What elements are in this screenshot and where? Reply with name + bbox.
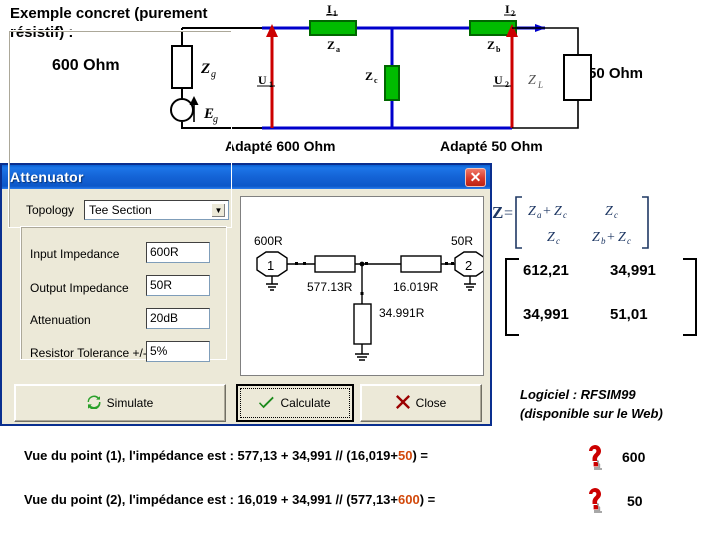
matrix-cell-1-1: 51,01 (610, 306, 648, 323)
impedance-matrix-formula: Z = Z a + Z c Z c Z c Z b + Z c (492, 192, 672, 254)
svg-text:2: 2 (511, 9, 515, 18)
svg-text:1: 1 (269, 80, 273, 89)
impedance-matrix-values: 612,21 34,991 34,991 51,01 (505, 258, 697, 336)
svg-text:1: 1 (333, 9, 337, 18)
svg-text:+: + (607, 230, 615, 245)
calculate-button-focus: Calculate (240, 388, 350, 418)
statement-2-prefix: Vue du point (2), l'impédance est : 16,0… (24, 492, 398, 507)
question-mark-icon (585, 444, 607, 471)
input-impedance-label: Input Impedance (30, 247, 120, 261)
i1-label: I (327, 2, 332, 16)
schematic-port1-label: 600R (254, 234, 283, 248)
svg-text:L: L (537, 80, 543, 90)
software-note: Logiciel : RFSIM99 (disponible sur le We… (520, 385, 720, 423)
schematic-series-r2: 16.019R (393, 280, 439, 294)
topology-label: Topology (26, 203, 75, 217)
svg-text:c: c (627, 236, 631, 246)
simulate-button[interactable]: Simulate (14, 384, 226, 422)
matrix-cell-1-0: 34,991 (523, 306, 569, 323)
answer-1: 600 (622, 449, 646, 465)
answer-2: 50 (627, 493, 643, 509)
svg-text:Z: Z (365, 69, 373, 83)
calculate-label: Calculate (280, 396, 331, 410)
za-resistor (309, 20, 357, 36)
statement-1-prefix: Vue du point (1), l'impédance est : 577,… (24, 448, 398, 463)
svg-text:b: b (496, 45, 501, 54)
close-icon[interactable]: ✕ (465, 168, 486, 187)
resistor-tolerance-field[interactable]: 5% (146, 341, 210, 362)
refresh-icon (87, 395, 101, 411)
zc-resistor (384, 65, 400, 101)
schematic-shunt-r: 34.991R (379, 306, 425, 320)
svg-text:c: c (556, 236, 560, 246)
software-note-line2: (disponible sur le Web) (520, 406, 663, 421)
svg-text:Z: Z (592, 230, 600, 245)
i1-arrow (266, 24, 278, 128)
statement-1: Vue du point (1), l'impédance est : 577,… (24, 448, 428, 463)
svg-text:Z: Z (492, 203, 503, 222)
schematic-port2-label: 50R (451, 234, 473, 248)
close-dialog-button[interactable]: Close (360, 384, 482, 422)
statement-1-highlight: 50 (398, 448, 413, 463)
svg-text:c: c (374, 76, 378, 85)
i2-arrow (506, 24, 518, 128)
output-impedance-label: Output Impedance (30, 281, 129, 295)
zl-resistor (563, 54, 592, 101)
topology-value: Tee Section (89, 203, 152, 217)
attenuation-label: Attenuation (30, 313, 91, 327)
svg-text:Z: Z (618, 230, 626, 245)
close-dialog-label: Close (415, 396, 447, 410)
svg-text:Z: Z (554, 204, 562, 219)
svg-text:c: c (614, 210, 618, 220)
topology-select[interactable]: Tee Section ▼ (84, 200, 229, 220)
statement-2-highlight: 600 (398, 492, 420, 507)
left-settings-panel (8, 30, 232, 228)
calculate-button[interactable]: Calculate (236, 384, 354, 422)
output-impedance-field[interactable]: 50R (146, 275, 210, 296)
i2-label: I (505, 2, 510, 16)
attenuation-field[interactable]: 20dB (146, 308, 210, 329)
chevron-down-icon[interactable]: ▼ (211, 203, 226, 218)
x-mark-icon (395, 395, 410, 411)
zl-label: Z (528, 73, 536, 88)
svg-text:Z: Z (605, 204, 613, 219)
statement-2-suffix: ) = (419, 492, 436, 507)
svg-text:+: + (543, 204, 551, 219)
u2-label: U (494, 73, 503, 87)
svg-text:Z: Z (528, 204, 536, 219)
input-impedance-field[interactable]: 600R (146, 242, 210, 263)
svg-text:a: a (336, 45, 340, 54)
svg-text:c: c (563, 210, 567, 220)
svg-text:=: = (504, 205, 513, 222)
svg-text:Z: Z (487, 38, 495, 52)
statement-2: Vue du point (2), l'impédance est : 16,0… (24, 492, 435, 507)
u1-label: U (258, 73, 267, 87)
matrix-cell-0-1: 34,991 (610, 262, 656, 279)
schematic-port1-number: 1 (267, 258, 274, 273)
question-mark-icon (585, 487, 607, 514)
svg-text:b: b (601, 236, 606, 246)
schematic-preview: 600R 1 50R 2 577.13R 16.019R 34.991R (240, 196, 484, 376)
svg-text:Z: Z (327, 38, 335, 52)
matrix-cell-0-0: 612,21 (523, 262, 569, 279)
svg-text:a: a (537, 210, 542, 220)
software-note-line1: Logiciel : RFSIM99 (520, 387, 636, 402)
statement-1-suffix: ) = (412, 448, 429, 463)
svg-text:Z: Z (547, 230, 555, 245)
schematic-series-r1: 577.13R (307, 280, 353, 294)
svg-text:2: 2 (505, 80, 509, 89)
resistor-tolerance-label: Resistor Tolerance +/- (30, 346, 147, 360)
schematic-port2-number: 2 (465, 258, 472, 273)
simulate-label: Simulate (106, 396, 154, 410)
check-icon (259, 395, 275, 411)
